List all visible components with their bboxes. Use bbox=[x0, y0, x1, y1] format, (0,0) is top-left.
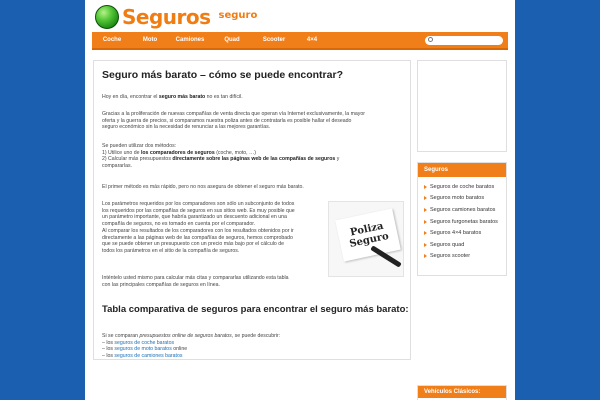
sidebar-box-title: Seguros bbox=[418, 163, 506, 177]
compare-text: , se puede descubrir: bbox=[231, 333, 281, 339]
paragraph-6: Inténtelo usted mismo para calcular más … bbox=[102, 275, 289, 288]
paragraph-line: con las principales compañías de seguros… bbox=[102, 281, 220, 288]
paragraph-line: un parámetro importante, que habría gara… bbox=[102, 214, 287, 221]
arrow-bullet-icon bbox=[424, 254, 427, 259]
site-header: Seguros seguro bbox=[95, 4, 257, 30]
method-text: 2) Calcular más presupuestos bbox=[102, 156, 173, 163]
intro-text: Hoy en día, encontrar el bbox=[102, 94, 159, 100]
methods-paragraph: Se pueden utilizar dos métodos: 1) Utili… bbox=[102, 143, 339, 170]
paragraph-line: oferta y la guerra de precios, si compar… bbox=[102, 117, 352, 124]
sidebar-item-label: Seguros quad bbox=[430, 241, 465, 248]
page-title: Seguro más barato – cómo se puede encont… bbox=[102, 69, 343, 81]
compare-text: Si se comparan bbox=[102, 333, 140, 339]
section-subtitle: Tabla comparativa de seguros para encont… bbox=[102, 304, 409, 315]
search-input[interactable] bbox=[425, 36, 503, 45]
sidebar-item-scooter[interactable]: Seguros scooter bbox=[424, 251, 506, 263]
sidebar-item-furgonetas[interactable]: Seguros furgonetas baratos bbox=[424, 216, 506, 228]
sidebar-item-label: Seguros moto baratos bbox=[430, 195, 485, 202]
link-suffix: online bbox=[171, 346, 188, 353]
paragraph-line: Gracias a la proliferación de nuevas com… bbox=[102, 111, 365, 117]
method-text: (coche, moto, …) bbox=[214, 149, 256, 156]
method-1: 1) Utilice uno de los comparadores de se… bbox=[102, 150, 339, 157]
intro-text-end: no es tan difícil. bbox=[205, 94, 243, 100]
paragraph-5: Los parámetros requeridos por los compar… bbox=[102, 201, 295, 255]
article-content: Seguro más barato – cómo se puede encont… bbox=[93, 60, 411, 360]
paragraph-line: que se puede obtener un presupuesto con … bbox=[102, 241, 284, 248]
sidebar-list: Seguros de coche baratos Seguros moto ba… bbox=[418, 177, 506, 262]
arrow-bullet-icon bbox=[424, 196, 427, 201]
sidebar-item-coche[interactable]: Seguros de coche baratos bbox=[424, 181, 506, 193]
logo-globe-icon[interactable] bbox=[95, 5, 119, 29]
method-text: 1) Utilice uno de bbox=[102, 149, 141, 156]
sidebar-item-label: Seguros camiones baratos bbox=[430, 206, 496, 213]
sidebar-item-label: Seguros furgonetas baratos bbox=[430, 218, 498, 225]
sidebar-item-quad[interactable]: Seguros quad bbox=[424, 239, 506, 251]
arrow-bullet-icon bbox=[424, 219, 427, 224]
paragraph-line: compañía de seguros, no es tomado en cue… bbox=[102, 221, 256, 228]
paragraph-line: Al comparar los resultados de los compar… bbox=[102, 227, 294, 234]
paragraph-2: Gracias a la proliferación de nuevas com… bbox=[102, 111, 365, 131]
sidebar-item-label: Seguros 4×4 baratos bbox=[430, 230, 482, 237]
paragraph-line: Los parámetros requeridos por los compar… bbox=[102, 201, 295, 207]
paragraph-line: seguro económico sin la necesidad de ren… bbox=[102, 124, 271, 131]
sidebar-clasicos-box: Vehículos Clásicos: bbox=[417, 385, 507, 400]
sidebar-ad-box bbox=[417, 60, 507, 152]
intro-paragraph: Hoy en día, encontrar el seguro más bara… bbox=[102, 94, 243, 101]
paragraph-line: los requeridos por las compañías de segu… bbox=[102, 207, 295, 214]
poliza-seguro-image: Poliza Seguro bbox=[328, 201, 404, 277]
page-wrapper: Seguros seguro Coche Moto Camiones Quad … bbox=[85, 0, 515, 400]
method-bold: los comparadores de seguros bbox=[140, 149, 215, 156]
link-row: – los seguros de coche baratos bbox=[102, 340, 280, 347]
compare-paragraph: Si se comparan presupuestos online de se… bbox=[102, 333, 280, 360]
site-tagline: seguro bbox=[218, 9, 258, 21]
main-nav: Coche Moto Camiones Quad Scooter 4×4 bbox=[92, 32, 508, 50]
link-camiones[interactable]: seguros de camiones baratos bbox=[114, 353, 182, 359]
arrow-bullet-icon bbox=[424, 207, 427, 212]
method-bold: directamente sobre las páginas web de la… bbox=[172, 156, 336, 163]
link-coche[interactable]: seguros de coche baratos bbox=[114, 340, 174, 346]
sidebar-item-moto[interactable]: Seguros moto baratos bbox=[424, 193, 506, 205]
sidebar-item-4x4[interactable]: Seguros 4×4 baratos bbox=[424, 227, 506, 239]
methods-intro: Se pueden utilizar dos métodos: bbox=[102, 143, 177, 149]
sidebar-item-label: Seguros de coche baratos bbox=[430, 183, 495, 190]
sidebar-seguros-box: Seguros Seguros de coche baratos Seguros… bbox=[417, 162, 507, 276]
method-text: y bbox=[335, 156, 340, 163]
paragraph-line: directamente a las páginas web de las co… bbox=[102, 234, 293, 241]
nav-item-quad[interactable]: Quad bbox=[212, 37, 252, 43]
compare-intro: Si se comparan presupuestos online de se… bbox=[102, 333, 280, 340]
sidebar-item-camiones[interactable]: Seguros camiones baratos bbox=[424, 204, 506, 216]
link-prefix: – los bbox=[102, 353, 115, 360]
link-row: – los seguros de camiones baratos bbox=[102, 353, 280, 360]
link-moto[interactable]: seguros de moto baratos bbox=[114, 346, 171, 352]
paragraph-line: todos los parámetros en el sitio de la c… bbox=[102, 247, 240, 254]
site-logo[interactable]: Seguros bbox=[122, 5, 211, 29]
arrow-bullet-icon bbox=[424, 231, 427, 236]
link-prefix: – los bbox=[102, 346, 115, 353]
arrow-bullet-icon bbox=[424, 184, 427, 189]
method-2: 2) Calcular más presupuestos directament… bbox=[102, 156, 339, 163]
nav-item-coche[interactable]: Coche bbox=[92, 37, 132, 43]
sidebar-item-label: Seguros scooter bbox=[430, 253, 471, 260]
nav-item-moto[interactable]: Moto bbox=[132, 37, 168, 43]
arrow-bullet-icon bbox=[424, 242, 427, 247]
link-prefix: – los bbox=[102, 339, 115, 346]
method-text: compararlas. bbox=[102, 163, 132, 170]
paragraph-4: El primer método es más rápido, pero no … bbox=[102, 184, 304, 190]
compare-emphasis: presupuestos online de seguros baratos bbox=[139, 333, 232, 339]
link-row: – los seguros de moto baratos online bbox=[102, 346, 280, 353]
intro-bold: seguro más barato bbox=[158, 94, 206, 100]
search-icon bbox=[428, 37, 433, 42]
sidebar-box-title: Vehículos Clásicos: bbox=[418, 386, 506, 398]
nav-item-camiones[interactable]: Camiones bbox=[168, 37, 212, 43]
poliza-card: Poliza Seguro bbox=[335, 208, 401, 262]
paragraph-line: Inténtelo usted mismo para calcular más … bbox=[102, 275, 289, 281]
nav-item-scooter[interactable]: Scooter bbox=[252, 37, 296, 43]
nav-item-4x4[interactable]: 4×4 bbox=[296, 37, 328, 43]
